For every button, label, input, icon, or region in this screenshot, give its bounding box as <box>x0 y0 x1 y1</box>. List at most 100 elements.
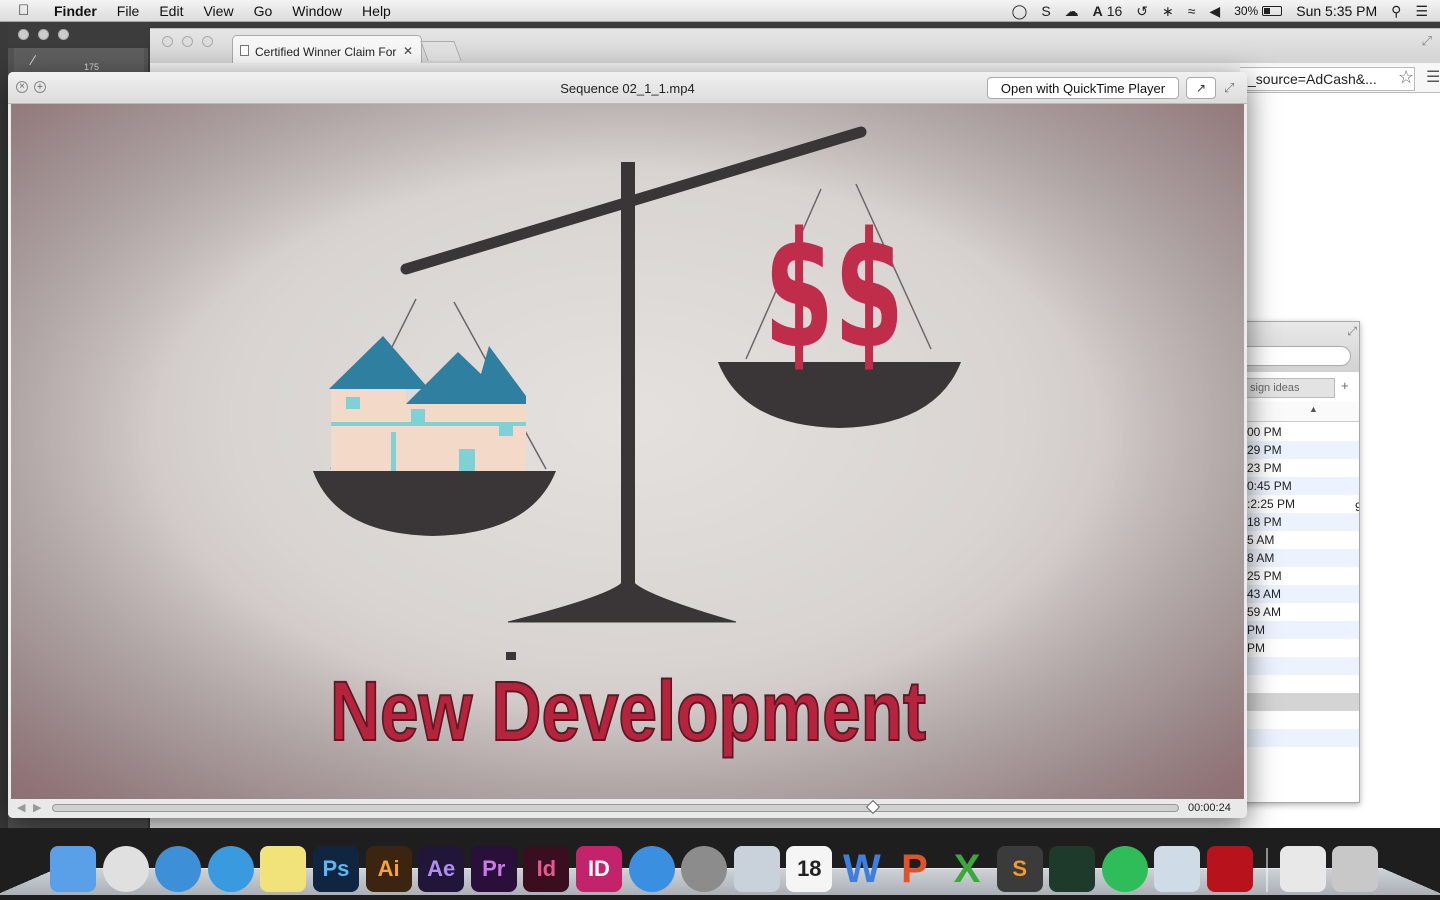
menu-edit[interactable]: Edit <box>159 3 183 19</box>
safari-icon[interactable] <box>155 846 202 892</box>
sublime-icon[interactable]: S <box>996 846 1043 892</box>
finder-row[interactable] <box>1237 711 1359 729</box>
finder-row[interactable]: :2:25 PM <box>1237 495 1359 513</box>
stickies-icon[interactable] <box>260 846 307 892</box>
adobe-updater-icon[interactable]: A 16 <box>1093 3 1123 19</box>
chrome-close-button[interactable] <box>162 36 173 47</box>
bluetooth-icon[interactable]: ∗ <box>1162 3 1174 20</box>
illustrator-icon[interactable]: Ai <box>365 846 412 892</box>
finder-row[interactable]: 5 AM <box>1237 531 1359 549</box>
finder-row[interactable]: PM <box>1237 621 1359 639</box>
video-frame[interactable]: $$ New Development <box>11 104 1244 799</box>
app-store-icon[interactable] <box>628 846 675 892</box>
photoshop-label: Ps <box>322 856 350 881</box>
system-preferences-icon[interactable] <box>681 846 728 892</box>
scrubber-knob[interactable] <box>866 799 881 815</box>
menu-go[interactable]: Go <box>254 3 273 19</box>
powerpoint-icon[interactable]: P <box>892 846 938 892</box>
indesign-cs-icon[interactable]: ID <box>575 846 622 892</box>
flash-icon[interactable] <box>1207 846 1254 892</box>
finder-row[interactable] <box>1237 729 1359 747</box>
volume-icon[interactable]: ◀ <box>1209 3 1220 20</box>
finder-row[interactable] <box>1237 657 1359 675</box>
finder-row[interactable]: 18 PM <box>1237 513 1359 531</box>
premiere-icon[interactable]: Pr <box>470 846 517 892</box>
finder-icon[interactable] <box>50 846 96 892</box>
wifi-icon[interactable]: ≈ <box>1188 3 1196 19</box>
chrome-minimize-button[interactable] <box>182 36 193 47</box>
scrubber-track[interactable] <box>52 799 1179 815</box>
share-button[interactable]: ↗ <box>1186 77 1216 99</box>
ps-close-button[interactable] <box>18 29 29 40</box>
mail-icon[interactable] <box>733 846 780 892</box>
finder-row[interactable] <box>1237 747 1359 765</box>
menu-help[interactable]: Help <box>362 3 391 19</box>
chrome-zoom-button[interactable] <box>202 36 213 47</box>
finder-row[interactable]: 43 AM <box>1237 585 1359 603</box>
battery-percent[interactable]: 30% <box>1234 4 1258 18</box>
finder-row[interactable] <box>1237 675 1359 693</box>
document-icon <box>240 45 249 56</box>
finder-row[interactable]: 25 PM <box>1237 567 1359 585</box>
open-with-quicktime-button[interactable]: Open with QuickTime Player <box>987 77 1179 99</box>
finder-row[interactable]: 00 PM <box>1237 423 1359 441</box>
chrome-tab[interactable]: Certified Winner Claim For ✕ <box>232 35 422 63</box>
finder-row[interactable] <box>1237 693 1359 711</box>
new-tab-button[interactable] <box>420 41 462 61</box>
sublime-label: S <box>1012 856 1028 881</box>
menu-app-name[interactable]: Finder <box>54 3 97 19</box>
finder-tab[interactable]: sign ideas <box>1237 378 1335 398</box>
expand-icon[interactable]: ⤢ <box>1224 80 1234 96</box>
finder-column-header[interactable]: ▲ <box>1237 402 1359 422</box>
notification-center-icon[interactable]: ☰ <box>1415 3 1428 20</box>
aftereffects-icon[interactable]: Ae <box>418 846 465 892</box>
bookmark-star-icon[interactable]: ☆ <box>1398 67 1414 88</box>
apple-menu-icon[interactable]:  <box>18 2 40 19</box>
activity-monitor-icon[interactable] <box>1049 846 1096 892</box>
finder-row[interactable]: 8 AM <box>1237 549 1359 567</box>
ps-zoom-button[interactable] <box>58 29 69 40</box>
document-icon[interactable] <box>1279 846 1326 892</box>
spotlight-icon[interactable]: ⚲ <box>1391 3 1401 20</box>
ps-minimize-button[interactable] <box>38 29 49 40</box>
calendar-icon[interactable]: 18 <box>786 846 833 892</box>
dock: Ps Ai Ae Pr Id ID 18 W P X S <box>50 832 1385 892</box>
word-label: W <box>843 846 881 891</box>
add-tab-icon[interactable]: + <box>1341 378 1349 393</box>
word-icon[interactable]: W <box>839 846 885 892</box>
finder-row[interactable]: 59 AM <box>1237 603 1359 621</box>
indesign-cs-label: ID <box>587 856 610 881</box>
trash-icon[interactable] <box>1332 846 1379 892</box>
brush-icon[interactable]: ∕ <box>32 52 34 68</box>
photoshop-icon[interactable]: Ps <box>312 846 359 892</box>
preview-icon[interactable] <box>1154 846 1201 892</box>
clock[interactable]: Sun 5:35 PM <box>1296 3 1377 19</box>
finder-row[interactable]: 29 PM <box>1237 441 1359 459</box>
rewind-icon[interactable]: ◀ <box>17 801 25 814</box>
menu-view[interactable]: View <box>203 3 233 19</box>
battery-icon[interactable] <box>1262 6 1283 16</box>
chrome-menu-icon[interactable]: ☰ <box>1426 67 1440 87</box>
finder-row[interactable]: 23 PM <box>1237 459 1359 477</box>
finder-row[interactable]: PM <box>1237 639 1359 657</box>
skype-icon[interactable]: S <box>1041 3 1050 19</box>
excel-icon[interactable]: X <box>944 846 990 892</box>
play-icon[interactable]: ▶ <box>33 801 41 814</box>
premiere-label: Pr <box>482 856 506 881</box>
brush-size[interactable]: 175 <box>84 62 99 72</box>
chrome-icon[interactable] <box>102 846 149 892</box>
itunes-icon[interactable] <box>207 846 254 892</box>
finder-fullscreen-icon[interactable]: ⤢ <box>1347 324 1357 339</box>
menu-file[interactable]: File <box>117 3 140 19</box>
time-machine-icon[interactable]: ↺ <box>1136 3 1148 20</box>
spotify-icon[interactable] <box>1101 846 1148 892</box>
address-bar[interactable]: _source=AdCash&... <box>1240 67 1415 91</box>
menu-window[interactable]: Window <box>292 3 342 19</box>
creative-cloud-icon[interactable]: ☁ <box>1065 3 1079 20</box>
finder-search-field[interactable] <box>1237 346 1351 366</box>
tab-close-icon[interactable]: ✕ <box>403 44 413 58</box>
finder-row[interactable]: 0:45 PM <box>1237 477 1359 495</box>
indesign-icon[interactable]: Id <box>523 846 570 892</box>
fullscreen-icon[interactable]: ⤢ <box>1422 33 1432 49</box>
shield-icon[interactable]: ◯ <box>1012 3 1028 20</box>
